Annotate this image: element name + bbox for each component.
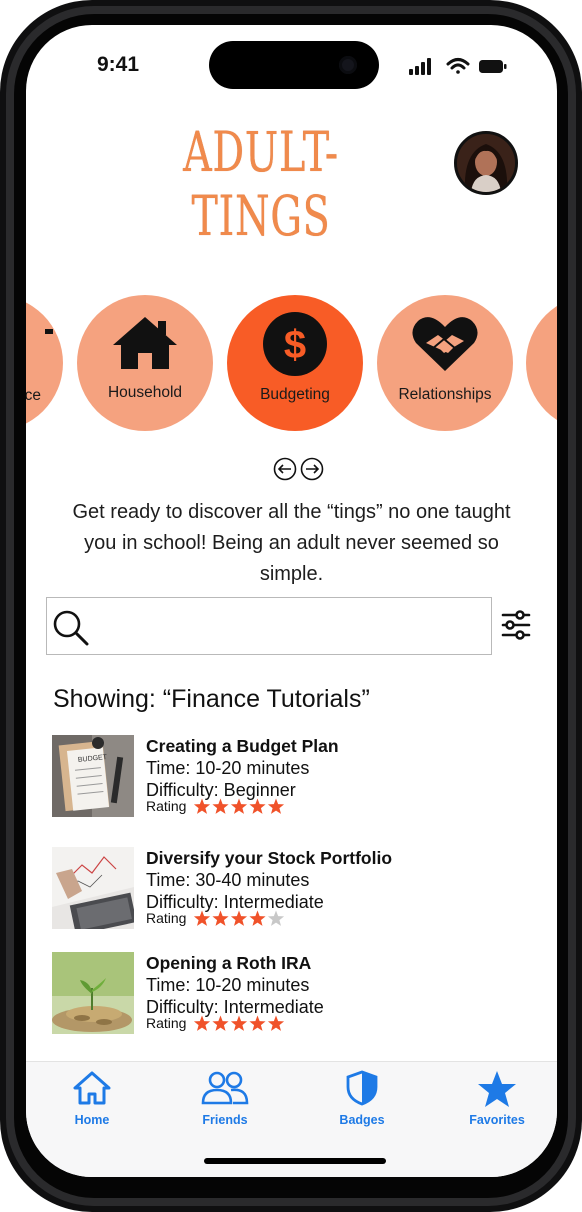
carousel-arrows xyxy=(273,457,324,481)
star-filled-icon xyxy=(212,798,229,814)
star-filled-icon xyxy=(212,1015,229,1031)
tab-label: Home xyxy=(74,1113,110,1127)
rating-label: Rating xyxy=(146,910,187,926)
home-indicator xyxy=(204,1158,386,1164)
category-label: ce xyxy=(26,387,41,404)
star-filled-icon xyxy=(212,910,229,926)
star-filled-icon xyxy=(230,798,248,814)
finance-icon xyxy=(45,329,53,334)
category-next[interactable] xyxy=(526,295,557,431)
heart-hands-icon xyxy=(412,317,478,371)
category-relationships[interactable]: Relationships xyxy=(377,295,513,431)
home-icon xyxy=(73,1071,111,1105)
tutorial-item[interactable]: Diversify your Stock Portfolio Time: 30-… xyxy=(52,847,512,929)
tutorial-thumbnail xyxy=(52,847,134,929)
star-filled-icon xyxy=(230,1015,248,1031)
house-icon xyxy=(113,317,177,369)
rating-stars xyxy=(193,910,285,926)
star-filled-icon xyxy=(249,910,266,926)
category-budgeting[interactable]: $ Budgeting xyxy=(227,295,363,431)
category-finance[interactable]: ce xyxy=(26,295,63,431)
tutorial-thumbnail: BUDGET xyxy=(52,735,134,817)
rating-label: Rating xyxy=(146,1015,187,1031)
arrow-left-icon xyxy=(273,457,297,481)
category-label: Relationships xyxy=(398,386,492,403)
dynamic-island xyxy=(209,41,379,89)
tutorial-thumbnail xyxy=(52,952,134,1034)
category-label: Household xyxy=(107,384,183,401)
friends-icon xyxy=(201,1071,249,1105)
tab-home[interactable]: Home xyxy=(47,1070,137,1130)
intro-text: Get ready to discover all the “tings” no… xyxy=(72,501,511,585)
category-label: Budgeting xyxy=(260,386,330,403)
tutorial-time: Time: 30-40 minutes xyxy=(146,870,310,890)
camera-icon xyxy=(339,56,357,74)
wifi-icon xyxy=(446,58,470,74)
star-icon xyxy=(478,1071,516,1107)
tab-label: Favorites xyxy=(469,1113,525,1127)
category-household[interactable]: Household xyxy=(77,295,213,431)
rating-label: Rating xyxy=(146,798,187,814)
star-filled-icon xyxy=(267,1015,285,1031)
screen: 9:41 ADULT-TINGS ce Household $ Budgetin… xyxy=(26,25,557,1177)
search-icon[interactable] xyxy=(51,608,91,648)
star-filled-icon xyxy=(193,798,211,814)
battery-icon xyxy=(479,60,507,73)
rating-stars xyxy=(193,798,285,814)
tab-label: Friends xyxy=(202,1113,248,1127)
profile-avatar[interactable] xyxy=(454,131,518,195)
filter-sliders-icon[interactable] xyxy=(501,609,531,641)
app-title: ADULT-TINGS xyxy=(183,120,339,248)
cellular-signal-icon xyxy=(409,58,431,75)
status-time: 9:41 xyxy=(97,53,140,76)
tab-badges[interactable]: Badges xyxy=(317,1070,407,1130)
tutorial-title[interactable]: Diversify your Stock Portfolio xyxy=(146,848,392,869)
search-input[interactable] xyxy=(93,606,477,648)
tutorial-item[interactable]: Opening a Roth IRA Time: 10-20 minutes D… xyxy=(52,952,512,1034)
star-empty-icon xyxy=(267,910,285,926)
star-filled-icon xyxy=(193,910,211,926)
star-filled-icon xyxy=(249,1015,266,1031)
tutorial-time: Time: 10-20 minutes xyxy=(146,975,310,995)
tutorial-title[interactable]: Opening a Roth IRA xyxy=(146,953,311,974)
tutorial-item[interactable]: BUDGET Creating a Budget Plan Time: 10-2… xyxy=(52,735,512,817)
arrow-right-icon xyxy=(300,457,324,481)
results-heading: Showing: “Finance Tutorials” xyxy=(53,685,370,713)
svg-text:$: $ xyxy=(284,323,306,367)
tab-favorites[interactable]: Favorites xyxy=(452,1070,542,1130)
star-filled-icon xyxy=(249,798,266,814)
tab-friends[interactable]: Friends xyxy=(180,1070,270,1130)
rating-stars xyxy=(193,1015,285,1031)
tab-label: Badges xyxy=(339,1113,385,1127)
shield-icon xyxy=(346,1070,378,1106)
star-filled-icon xyxy=(193,1015,211,1031)
search-bar[interactable] xyxy=(46,597,492,655)
avatar-image xyxy=(457,134,515,192)
star-filled-icon xyxy=(230,910,248,926)
dollar-icon: $ xyxy=(263,312,327,376)
status-icons xyxy=(409,58,507,75)
tutorial-title[interactable]: Creating a Budget Plan xyxy=(146,736,339,757)
star-filled-icon xyxy=(267,798,285,814)
tutorial-time: Time: 10-20 minutes xyxy=(146,758,310,778)
